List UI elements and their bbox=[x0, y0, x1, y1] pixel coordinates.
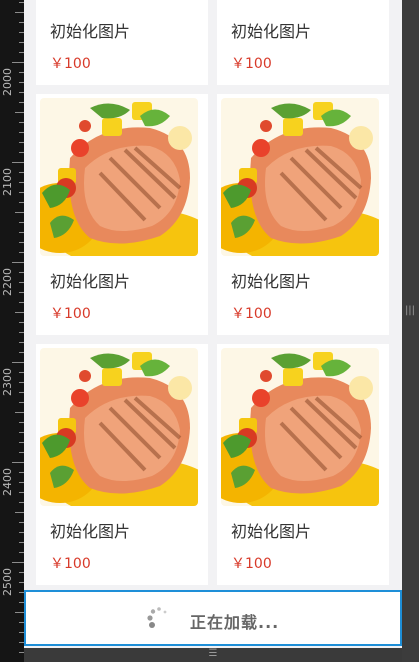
loading-text: 正在加载... bbox=[190, 613, 280, 632]
product-title: 初始化图片 bbox=[50, 22, 131, 41]
product-card[interactable]: 初始化图片 ￥100 bbox=[217, 344, 389, 585]
product-title: 初始化图片 bbox=[50, 272, 131, 291]
product-title: 初始化图片 bbox=[231, 272, 312, 291]
grilled-salmon-photo bbox=[40, 348, 198, 506]
ruler-label: 2100 bbox=[1, 168, 14, 196]
scroll-gutter[interactable] bbox=[402, 0, 419, 662]
ruler-label: 2500 bbox=[1, 568, 14, 596]
food-image bbox=[221, 98, 379, 256]
ruler-tick bbox=[15, 312, 24, 313]
product-card[interactable]: 初始化图片 ￥100 bbox=[36, 344, 208, 585]
product-price: ￥100 bbox=[231, 306, 272, 322]
ruler-tick bbox=[12, 62, 24, 63]
ruler-tick bbox=[12, 562, 24, 563]
ruler-tick bbox=[15, 112, 24, 113]
product-title: 初始化图片 bbox=[50, 522, 131, 541]
food-image bbox=[221, 348, 379, 506]
ruler-tick bbox=[15, 412, 24, 413]
vertical-ruler: 2000 2100 2200 2300 2400 2500 bbox=[0, 0, 24, 662]
product-card[interactable]: 初始化图片 ￥100 bbox=[217, 0, 389, 85]
product-card[interactable]: 初始化图片 ￥100 bbox=[36, 94, 208, 335]
ruler-label: 2200 bbox=[1, 268, 14, 296]
grilled-salmon-photo bbox=[221, 348, 379, 506]
product-grid-viewport[interactable]: 初始化图片 ￥100 初始化图片 ￥100 初始化图片 ￥100 初始化图片 ￥… bbox=[24, 0, 402, 648]
food-image bbox=[40, 98, 198, 256]
ruler-tick bbox=[15, 12, 24, 13]
product-title: 初始化图片 bbox=[231, 522, 312, 541]
grilled-salmon-photo bbox=[40, 98, 198, 256]
product-card[interactable]: 初始化图片 ￥100 bbox=[217, 94, 389, 335]
product-price: ￥100 bbox=[50, 56, 91, 72]
product-price: ￥100 bbox=[50, 556, 91, 572]
grilled-salmon-photo bbox=[221, 98, 379, 256]
ruler-tick bbox=[15, 612, 24, 613]
ruler-tick bbox=[12, 462, 24, 463]
ruler-label: 2400 bbox=[1, 468, 14, 496]
ruler-label: 2000 bbox=[1, 68, 14, 96]
food-image bbox=[40, 348, 198, 506]
ruler-tick bbox=[12, 162, 24, 163]
spinner-icon bbox=[147, 607, 167, 628]
ruler-tick bbox=[15, 212, 24, 213]
product-card[interactable]: 初始化图片 ￥100 bbox=[36, 0, 208, 85]
resize-grip-icon[interactable]: ||| bbox=[404, 305, 416, 317]
product-price: ￥100 bbox=[50, 306, 91, 322]
product-price: ￥100 bbox=[231, 556, 272, 572]
product-title: 初始化图片 bbox=[231, 22, 312, 41]
loading-footer: 正在加载... bbox=[24, 590, 402, 646]
ruler-tick bbox=[12, 262, 24, 263]
ruler-tick bbox=[15, 512, 24, 513]
ruler-label: 2300 bbox=[1, 368, 14, 396]
product-price: ￥100 bbox=[231, 56, 272, 72]
bottom-grip-icon[interactable]: ☰ bbox=[206, 648, 220, 660]
ruler-tick bbox=[12, 362, 24, 363]
